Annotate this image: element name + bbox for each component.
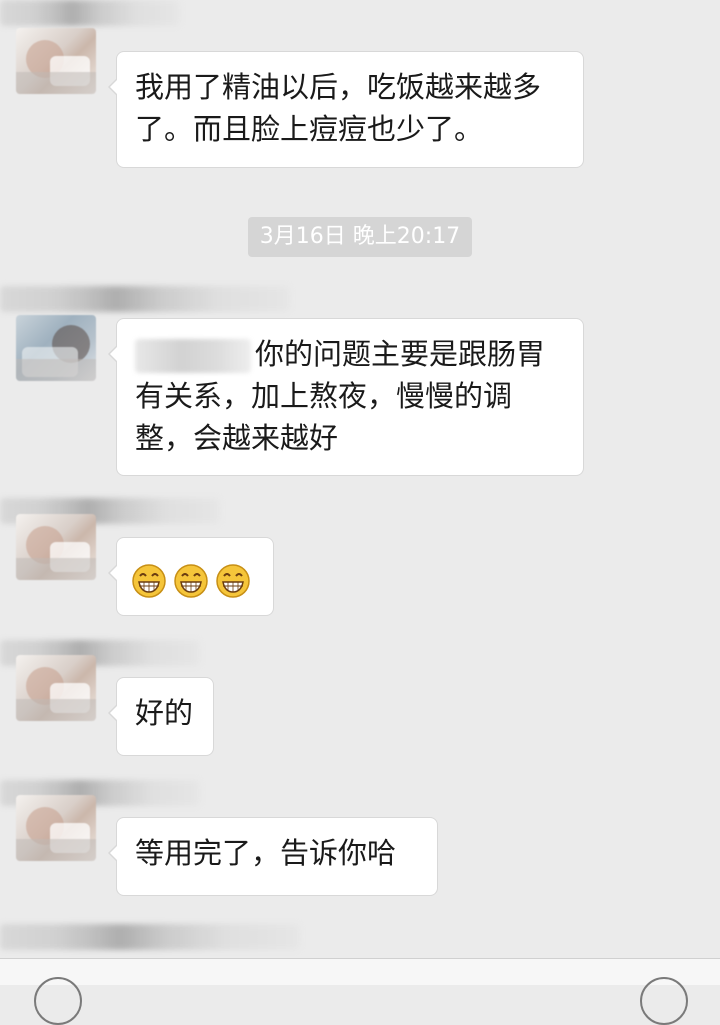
message-bubble[interactable]: 等用完了，告诉你哈	[108, 817, 438, 896]
message-bubble[interactable]: 好的	[108, 677, 214, 756]
sender-name-blurred	[0, 924, 300, 950]
grin-emoji-icon	[132, 564, 166, 598]
mention-blurred	[135, 339, 251, 373]
avatar[interactable]	[16, 655, 96, 721]
message-text: 等用完了，告诉你哈	[135, 836, 397, 870]
voice-toggle-icon[interactable]	[34, 977, 82, 1025]
plus-icon[interactable]	[640, 977, 688, 1025]
avatar[interactable]	[16, 795, 96, 861]
avatar[interactable]	[16, 315, 96, 381]
input-bar	[0, 958, 720, 1025]
sender-name-blurred	[0, 286, 290, 312]
message-text: 我用了精油以后，吃饭越来越多了。而且脸上痘痘也少了。	[135, 70, 542, 146]
avatar[interactable]	[16, 514, 96, 580]
avatar[interactable]	[16, 28, 96, 94]
sender-name-blurred	[0, 0, 180, 26]
message-text: 好的	[135, 696, 194, 730]
message-bubble[interactable]: 我用了精油以后，吃饭越来越多了。而且脸上痘痘也少了。	[108, 51, 584, 168]
chat-timestamp: 3月16日 晚上20:17	[248, 217, 472, 257]
grin-emoji-icon	[174, 564, 208, 598]
grin-emoji-icon	[216, 564, 250, 598]
message-bubble[interactable]: 你的问题主要是跟肠胃有关系，加上熬夜，慢慢的调整，会越来越好	[108, 318, 584, 476]
message-bubble[interactable]	[108, 537, 274, 616]
